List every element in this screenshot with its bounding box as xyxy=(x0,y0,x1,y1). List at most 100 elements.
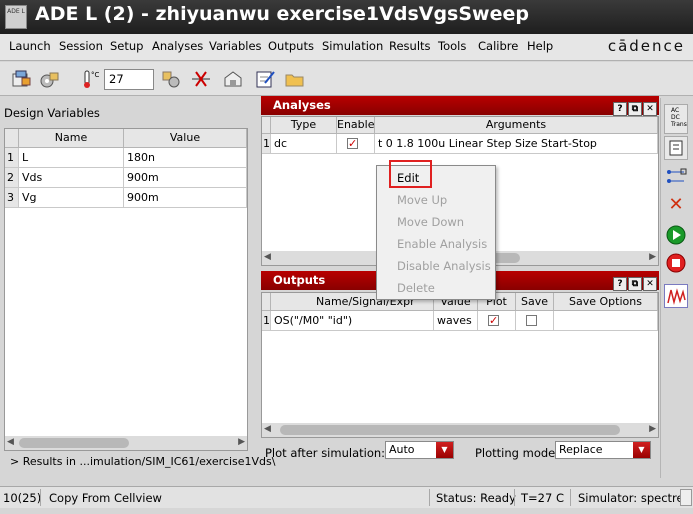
menu-item-move-up[interactable]: Move Up xyxy=(397,193,447,207)
column-header-save-options: Save Options xyxy=(554,293,658,311)
plot-checkbox[interactable]: ✓ xyxy=(488,315,499,326)
svg-text:°C: °C xyxy=(91,71,100,79)
output-save-cell[interactable] xyxy=(516,311,554,331)
status-ready: Status: Ready xyxy=(436,491,516,505)
output-plot-cell[interactable]: ✓ xyxy=(478,311,516,331)
status-resize-grip[interactable] xyxy=(680,489,692,506)
float-icon[interactable]: ⧉ xyxy=(628,102,642,116)
choose-analyses-icon[interactable]: AC DC Trans xyxy=(664,104,688,134)
output-save-options-cell[interactable] xyxy=(554,311,658,331)
output-signal-cell[interactable]: OS("/M0" "id") xyxy=(271,311,434,331)
results-path: > Results in ...imulation/SIM_IC61/exerc… xyxy=(10,455,276,468)
plot-after-simulation-value: Auto xyxy=(389,443,415,456)
analysis-enable-cell[interactable]: ✓ xyxy=(337,134,375,154)
analysis-type-cell[interactable]: dc xyxy=(271,134,337,154)
temperature-input[interactable]: 27 xyxy=(104,69,154,90)
variable-value-cell[interactable]: 180n xyxy=(124,148,247,168)
scroll-left-icon[interactable]: ◀ xyxy=(7,437,14,447)
row-number-header xyxy=(262,293,271,311)
stop-simulation-icon[interactable] xyxy=(664,252,688,276)
outputs-hscrollbar[interactable]: ◀ ▶ xyxy=(262,423,658,437)
menu-session[interactable]: Session xyxy=(59,39,103,53)
open-folder-icon[interactable] xyxy=(284,69,306,89)
enable-checkbox[interactable]: ✓ xyxy=(347,138,358,149)
ac-label: AC xyxy=(671,107,680,114)
edit-icon[interactable] xyxy=(254,69,276,89)
plotting-mode-select[interactable]: Replace ▼ xyxy=(555,441,651,459)
plot-after-simulation-select[interactable]: Auto ▼ xyxy=(385,441,454,459)
design-variables-table: Name Value 1 L 180n 2 Vds 900m 3 Vg 900m… xyxy=(4,128,248,451)
analysis-context-menu: Edit Move Up Move Down Enable Analysis D… xyxy=(376,160,496,300)
app-icon: ADE L xyxy=(5,5,27,29)
setup-hierarchy-icon[interactable] xyxy=(160,69,182,89)
scrollbar-thumb[interactable] xyxy=(280,425,620,435)
probe-icon[interactable] xyxy=(190,69,212,89)
row-number: 1 xyxy=(5,148,19,168)
netlist-icon[interactable] xyxy=(222,69,244,89)
scroll-right-icon[interactable]: ▶ xyxy=(238,437,245,447)
session-load-icon[interactable] xyxy=(10,69,32,89)
menu-help[interactable]: Help xyxy=(527,39,553,53)
menu-results[interactable]: Results xyxy=(389,39,431,53)
row-number-header xyxy=(5,129,19,148)
menu-tools[interactable]: Tools xyxy=(438,39,466,53)
float-icon[interactable]: ⧉ xyxy=(628,277,642,291)
close-icon[interactable]: ✕ xyxy=(643,277,657,291)
design-variables-label: Design Variables xyxy=(4,106,100,120)
scroll-left-icon[interactable]: ◀ xyxy=(264,252,271,262)
variable-name-cell[interactable]: Vds xyxy=(19,168,124,188)
menu-item-enable-analysis[interactable]: Enable Analysis xyxy=(397,237,487,251)
outputs-icon[interactable] xyxy=(664,166,688,190)
variable-name-cell[interactable]: Vg xyxy=(19,188,124,208)
plot-after-simulation-label: Plot after simulation: xyxy=(265,446,386,460)
menu-item-disable-analysis[interactable]: Disable Analysis xyxy=(397,259,491,273)
chevron-down-icon[interactable]: ▼ xyxy=(633,442,650,458)
status-counter: 10(25) xyxy=(3,491,42,505)
scroll-left-icon[interactable]: ◀ xyxy=(264,424,271,434)
trans-label: Trans xyxy=(671,121,687,128)
scroll-right-icon[interactable]: ▶ xyxy=(649,252,656,262)
chevron-down-icon[interactable]: ▼ xyxy=(436,442,453,458)
column-header-value: Value xyxy=(124,129,247,148)
menu-launch[interactable]: Launch xyxy=(9,39,51,53)
column-header-name: Name xyxy=(19,129,124,148)
analyses-panel-title: Analyses xyxy=(273,98,331,112)
help-icon[interactable]: ? xyxy=(613,102,627,116)
analysis-arguments-cell[interactable]: t 0 1.8 100u Linear Step Size Start-Stop xyxy=(375,134,658,154)
design-variables-hscrollbar[interactable]: ◀ ▶ xyxy=(5,436,247,450)
menu-setup[interactable]: Setup xyxy=(110,39,143,53)
menu-item-delete[interactable]: Delete xyxy=(397,281,435,295)
variables-icon[interactable] xyxy=(664,136,688,160)
menu-item-move-down[interactable]: Move Down xyxy=(397,215,464,229)
settings-folder-icon[interactable] xyxy=(38,69,60,89)
close-icon[interactable]: ✕ xyxy=(643,102,657,116)
outputs-table: Name/Signal/Expr Value Plot Save Save Op… xyxy=(261,292,659,438)
variable-value-cell[interactable]: 900m xyxy=(124,168,247,188)
scrollbar-thumb[interactable] xyxy=(19,438,129,448)
status-message: Copy From Cellview xyxy=(49,491,162,505)
menu-calibre[interactable]: Calibre xyxy=(478,39,518,53)
help-icon[interactable]: ? xyxy=(613,277,627,291)
menu-variables[interactable]: Variables xyxy=(209,39,262,53)
menu-bar: Launch Session Setup Analyses Variables … xyxy=(0,34,693,61)
variable-name-cell[interactable]: L xyxy=(19,148,124,168)
plotting-mode-label: Plotting mode: xyxy=(475,446,560,460)
right-toolbar: AC DC Trans ✕ xyxy=(660,98,691,478)
column-header-save: Save xyxy=(516,293,554,311)
menu-simulation[interactable]: Simulation xyxy=(322,39,383,53)
row-number: 1 xyxy=(262,311,271,331)
menu-analyses[interactable]: Analyses xyxy=(152,39,203,53)
variable-value-cell[interactable]: 900m xyxy=(124,188,247,208)
temperature-icon: °C xyxy=(80,69,102,89)
run-simulation-icon[interactable] xyxy=(664,224,688,248)
plot-outputs-icon[interactable] xyxy=(664,284,688,308)
title-bar: ADE L ADE L (2) - zhiyuanwu exercise1Vds… xyxy=(0,0,693,34)
column-header-type: Type xyxy=(271,117,337,134)
delete-icon[interactable]: ✕ xyxy=(664,194,688,218)
menu-outputs[interactable]: Outputs xyxy=(268,39,314,53)
row-number: 3 xyxy=(5,188,19,208)
save-checkbox[interactable] xyxy=(526,315,537,326)
scroll-right-icon[interactable]: ▶ xyxy=(649,424,656,434)
output-value-cell[interactable]: waves xyxy=(434,311,478,331)
menu-item-edit[interactable]: Edit xyxy=(397,171,419,185)
